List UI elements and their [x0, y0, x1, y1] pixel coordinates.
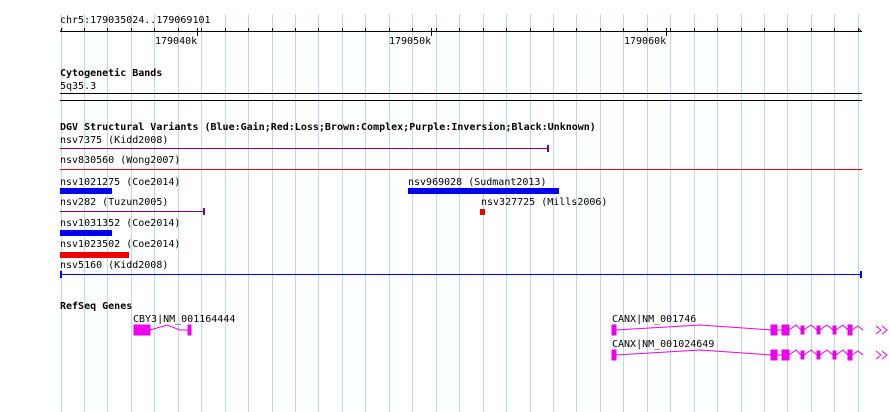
gene-exon: [133, 324, 151, 336]
gene-intron: [803, 324, 818, 331]
genome-browser-view: chr5:179035024..179069101 ‹ › 179040k 17…: [0, 0, 890, 412]
gene-exon: [611, 324, 617, 336]
gene-exon: [816, 325, 821, 335]
gene-exon: [816, 350, 821, 360]
gene-intron: [851, 350, 864, 356]
gene-exon: [770, 349, 778, 361]
strand-arrow-icon: [875, 350, 882, 360]
gene-intron: [615, 324, 773, 331]
gene-exon: [781, 324, 790, 336]
gene-intron: [819, 349, 834, 356]
strand-arrow-icon: [881, 350, 888, 360]
gene-intron: [149, 324, 189, 331]
gene-exon: [847, 349, 853, 361]
gene-exon: [781, 349, 790, 361]
gene-models[interactable]: [0, 0, 890, 412]
gene-intron: [803, 349, 818, 356]
gene-intron: [788, 349, 802, 356]
gene-exon: [770, 324, 778, 336]
gene-exon: [832, 350, 837, 360]
gene-exon: [800, 350, 805, 360]
gene-exon: [847, 324, 853, 336]
gene-intron: [788, 324, 802, 331]
gene-intron: [819, 324, 834, 331]
gene-exon: [800, 325, 805, 335]
strand-arrow-icon: [875, 325, 882, 335]
gene-intron: [835, 324, 849, 331]
gene-intron: [851, 325, 864, 331]
gene-exon: [187, 324, 192, 336]
strand-arrow-icon: [881, 325, 888, 335]
gene-intron: [835, 349, 849, 356]
gene-intron: [615, 349, 773, 356]
gene-exon: [832, 325, 837, 335]
gene-exon: [611, 349, 617, 361]
